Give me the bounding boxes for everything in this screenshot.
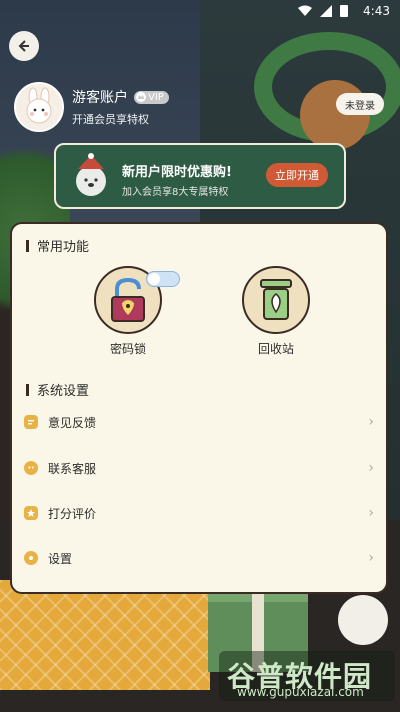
vip-badge: VIP (134, 90, 169, 104)
common-section-label: 常用功能 (37, 240, 90, 255)
profile-info: 游客账户 VIP 开通会员享特权 (72, 87, 169, 127)
settings-row[interactable]: 设置 › (12, 536, 386, 580)
common-section-title: 常用功能 (26, 236, 89, 255)
promo-title: 新用户限时优惠购! (122, 165, 232, 180)
signal-icon (320, 4, 332, 17)
polar-bear-icon (76, 153, 106, 196)
bunny-avatar-icon (26, 87, 52, 124)
status-icons (298, 4, 348, 17)
customer-service-label: 联系客服 (48, 461, 97, 476)
customer-service-icon (24, 461, 38, 475)
vip-promo-banner[interactable]: 新用户限时优惠购! 加入会员享8大专属特权 立即开通 (54, 143, 346, 209)
battery-icon (340, 5, 348, 17)
settings-icon (24, 551, 38, 565)
vip-label: VIP (148, 91, 164, 103)
menu-panel: 常用功能 密码锁 回收站 系统设置 意见反馈 › 联系客服 › 打分评价 › 设… (10, 222, 388, 594)
profile-subtitle: 开通会员享特权 (72, 113, 149, 126)
password-lock-label: 密码锁 (109, 342, 146, 356)
activate-vip-button[interactable]: 立即开通 (266, 163, 328, 187)
chevron-right-icon: › (368, 505, 374, 521)
promo-subtitle: 加入会员享8大专属特权 (122, 187, 229, 198)
chevron-right-icon: › (368, 460, 374, 476)
customer-service-row[interactable]: 联系客服 › (12, 446, 386, 490)
chevron-right-icon: › (368, 550, 374, 566)
rate-icon (24, 506, 38, 520)
recycle-bin-tile[interactable]: 回收站 (236, 266, 316, 357)
feedback-icon (24, 415, 38, 429)
back-button[interactable] (9, 31, 39, 61)
status-bar: 4:43 (0, 0, 400, 22)
login-button[interactable]: 未登录 (336, 93, 384, 115)
reindeer-decoration (300, 80, 370, 150)
crown-icon (136, 92, 146, 102)
settings-section-label: 系统设置 (37, 384, 90, 399)
profile-name: 游客账户 (72, 90, 128, 106)
feedback-label: 意见反馈 (48, 415, 97, 430)
watermark-url: www.gupuxiazai.com (237, 685, 364, 699)
feedback-row[interactable]: 意见反馈 › (12, 400, 386, 444)
wifi-icon (298, 5, 312, 16)
padlock-icon (111, 277, 145, 322)
chevron-right-icon: › (368, 414, 374, 430)
rate-label: 打分评价 (48, 506, 97, 521)
recycle-bin-label: 回收站 (257, 342, 294, 356)
recycle-bin-circle[interactable] (242, 266, 310, 334)
snowman-decoration (338, 595, 388, 645)
lock-toggle[interactable] (146, 271, 180, 287)
settings-section-title: 系统设置 (26, 380, 89, 399)
toggle-knob (148, 273, 160, 285)
settings-label: 设置 (48, 551, 73, 566)
avatar[interactable] (14, 82, 64, 132)
rate-row[interactable]: 打分评价 › (12, 491, 386, 535)
status-time: 4:43 (363, 4, 390, 18)
profile-name-row: 游客账户 VIP (72, 87, 169, 107)
watermark: 谷普软件园 www.gupuxiazai.com (219, 651, 395, 701)
profile-header[interactable]: 游客账户 VIP 开通会员享特权 (14, 82, 169, 132)
rug-decoration (0, 580, 210, 690)
back-arrow-icon (18, 40, 29, 52)
trash-bin-icon (260, 279, 292, 320)
